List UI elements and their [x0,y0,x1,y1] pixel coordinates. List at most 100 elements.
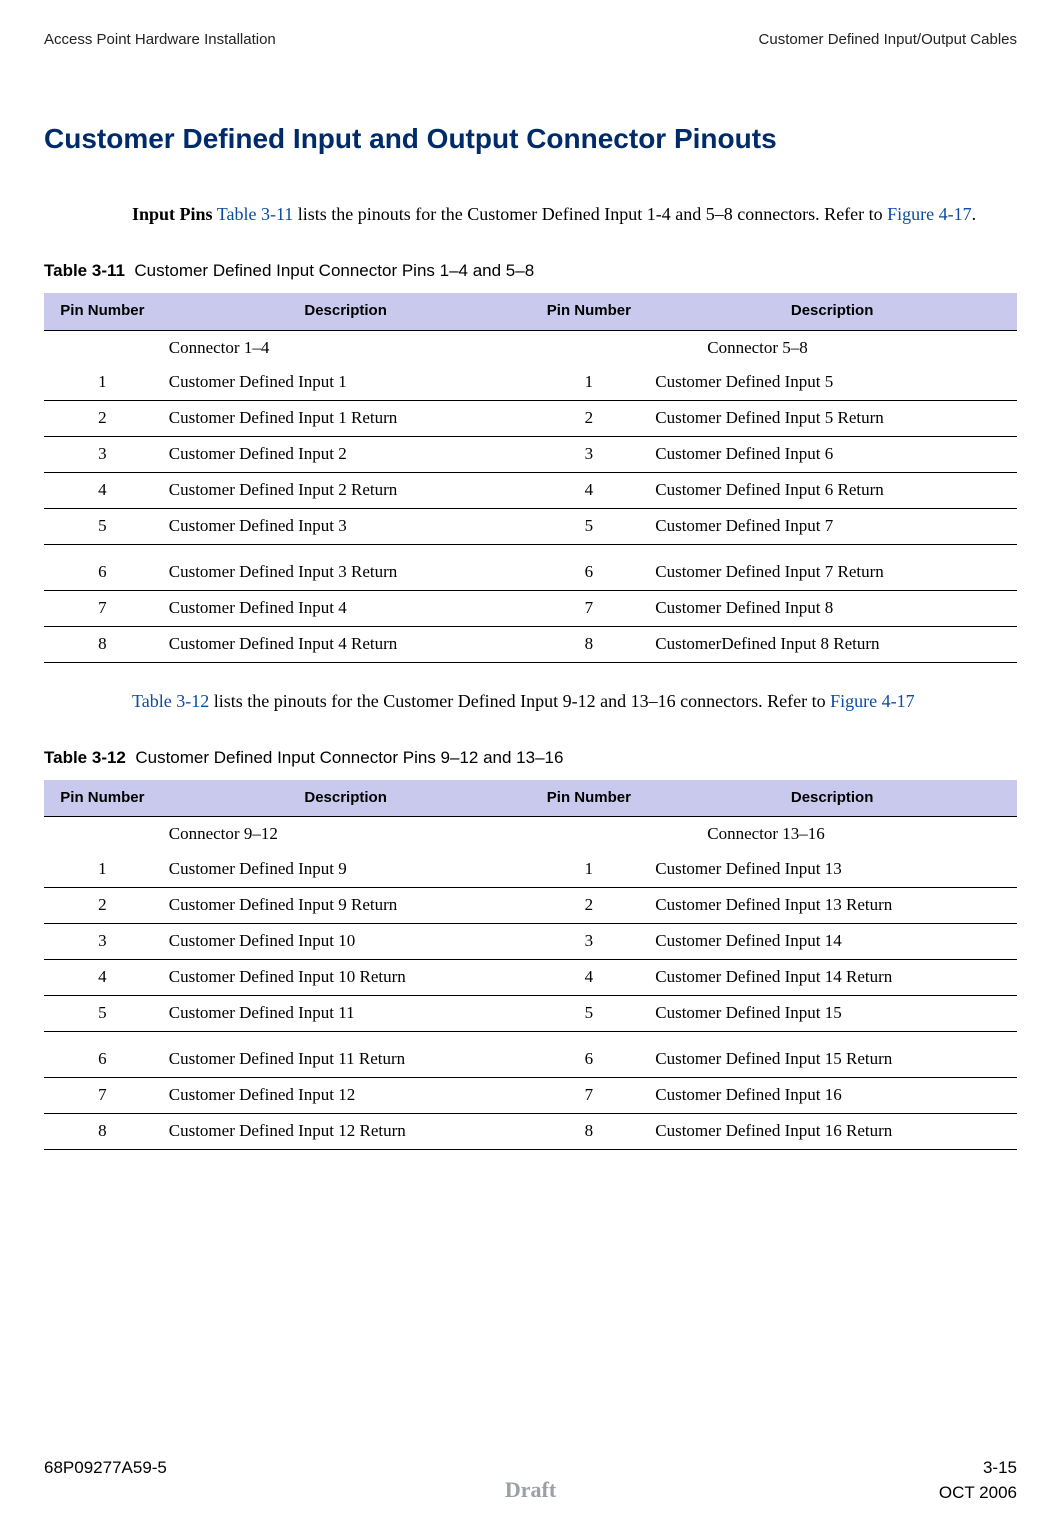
table-caption-text: Customer Defined Input Connector Pins 1–… [134,261,534,280]
connector-label-right: Connector 13–16 [647,817,1017,852]
col-header: Pin Number [44,780,161,817]
table-caption: Table 3-12 Customer Defined Input Connec… [44,747,1017,770]
pin-description: Customer Defined Input 14 Return [647,960,1017,996]
pin-number: 5 [530,996,647,1032]
pin-description: Customer Defined Input 13 Return [647,888,1017,924]
pin-description: Customer Defined Input 6 [647,437,1017,473]
table-link[interactable]: Table 3-11 [217,204,294,224]
footer-date: OCT 2006 [939,1482,1017,1505]
pin-number: 3 [44,437,161,473]
pin-number: 4 [44,473,161,509]
pin-description: Customer Defined Input 9 [161,852,531,887]
pin-description: Customer Defined Input 16 [647,1078,1017,1114]
pin-number: 6 [530,545,647,591]
pin-number: 7 [44,1078,161,1114]
pin-description: Customer Defined Input 3 [161,509,531,545]
pin-number: 2 [530,888,647,924]
pin-number: 6 [530,1032,647,1078]
pin-number: 7 [530,1078,647,1114]
table-link[interactable]: Table 3-12 [132,691,209,711]
pin-number: 7 [530,591,647,627]
pin-description: Customer Defined Input 15 [647,996,1017,1032]
pin-description: Customer Defined Input 1 [161,365,531,400]
pin-number: 8 [530,627,647,663]
table-3-12: Pin Number Description Pin Number Descri… [44,780,1017,1150]
pin-description: Customer Defined Input 13 [647,852,1017,887]
table-row: 7Customer Defined Input 47Customer Defin… [44,591,1017,627]
section-title: Customer Defined Input and Output Connec… [44,120,1017,158]
pin-number: 4 [530,473,647,509]
pin-number: 8 [44,627,161,663]
table-3-11: Pin Number Description Pin Number Descri… [44,293,1017,663]
pin-number: 3 [530,437,647,473]
table-body: Connector 1–4 Connector 5–8 1Customer De… [44,330,1017,662]
pin-number: 4 [530,960,647,996]
pin-number: 6 [44,545,161,591]
lead-bold: Input Pins [132,204,213,224]
table-row: 3Customer Defined Input 103Customer Defi… [44,924,1017,960]
figure-link[interactable]: Figure 4-17 [830,691,915,711]
running-header-left: Access Point Hardware Installation [44,30,276,50]
running-header: Access Point Hardware Installation Custo… [44,30,1017,50]
intro-paragraph-2: Table 3-12 lists the pinouts for the Cus… [132,689,1017,713]
pin-description: Customer Defined Input 9 Return [161,888,531,924]
pin-number: 6 [44,1032,161,1078]
pin-description: Customer Defined Input 10 [161,924,531,960]
pin-number: 1 [530,852,647,887]
pin-description: Customer Defined Input 1 Return [161,401,531,437]
pin-description: Customer Defined Input 4 [161,591,531,627]
pin-number: 2 [44,888,161,924]
table-row: 1Customer Defined Input 91Customer Defin… [44,852,1017,887]
pin-description: Customer Defined Input 4 Return [161,627,531,663]
col-header: Pin Number [530,293,647,330]
table-row: 4Customer Defined Input 10 Return4Custom… [44,960,1017,996]
pin-description: Customer Defined Input 16 Return [647,1113,1017,1149]
connector-label-left: Connector 1–4 [161,330,531,365]
pin-description: Customer Defined Input 11 [161,996,531,1032]
doc-number: 68P09277A59-5 [44,1457,167,1480]
col-header: Pin Number [44,293,161,330]
table-row: 3Customer Defined Input 23Customer Defin… [44,437,1017,473]
pin-description: Customer Defined Input 12 Return [161,1113,531,1149]
pin-description: Customer Defined Input 10 Return [161,960,531,996]
draft-watermark: Draft [505,1475,556,1505]
running-header-right: Customer Defined Input/Output Cables [759,30,1017,50]
table-row: 6Customer Defined Input 3 Return6Custome… [44,545,1017,591]
pin-description: Customer Defined Input 6 Return [647,473,1017,509]
pin-number: 7 [44,591,161,627]
pin-number: 1 [44,852,161,887]
pin-number: 2 [530,401,647,437]
text: lists the pinouts for the Customer Defin… [209,691,830,711]
table-body: Connector 9–12 Connector 13–16 1Customer… [44,817,1017,1149]
pin-description: Customer Defined Input 3 Return [161,545,531,591]
pin-description: Customer Defined Input 8 [647,591,1017,627]
table-row: 6Customer Defined Input 11 Return6Custom… [44,1032,1017,1078]
table-caption: Table 3-11 Customer Defined Input Connec… [44,260,1017,283]
text: . [972,204,977,224]
col-header: Pin Number [530,780,647,817]
pin-description: Customer Defined Input 2 Return [161,473,531,509]
pin-description: Customer Defined Input 2 [161,437,531,473]
pin-description: Customer Defined Input 14 [647,924,1017,960]
pin-description: Customer Defined Input 7 Return [647,545,1017,591]
table-row: 2Customer Defined Input 1 Return2Custome… [44,401,1017,437]
table-row: 2Customer Defined Input 9 Return2Custome… [44,888,1017,924]
figure-link[interactable]: Figure 4-17 [887,204,972,224]
pin-number: 4 [44,960,161,996]
table-caption-label: Table 3-12 [44,748,126,767]
pin-number: 3 [530,924,647,960]
pin-description: Customer Defined Input 15 Return [647,1032,1017,1078]
pin-number: 1 [530,365,647,400]
table-row: 5Customer Defined Input 115Customer Defi… [44,996,1017,1032]
table-row: 4Customer Defined Input 2 Return4Custome… [44,473,1017,509]
table-subheader-row: Connector 1–4 Connector 5–8 [44,330,1017,365]
table-row: 8Customer Defined Input 4 Return8Custome… [44,627,1017,663]
table-caption-label: Table 3-11 [44,261,125,280]
pin-number: 1 [44,365,161,400]
table-subheader-row: Connector 9–12 Connector 13–16 [44,817,1017,852]
pin-description: Customer Defined Input 12 [161,1078,531,1114]
pin-description: CustomerDefined Input 8 Return [647,627,1017,663]
col-header: Description [647,780,1017,817]
pin-number: 5 [530,509,647,545]
table-row: 1Customer Defined Input 11Customer Defin… [44,365,1017,400]
